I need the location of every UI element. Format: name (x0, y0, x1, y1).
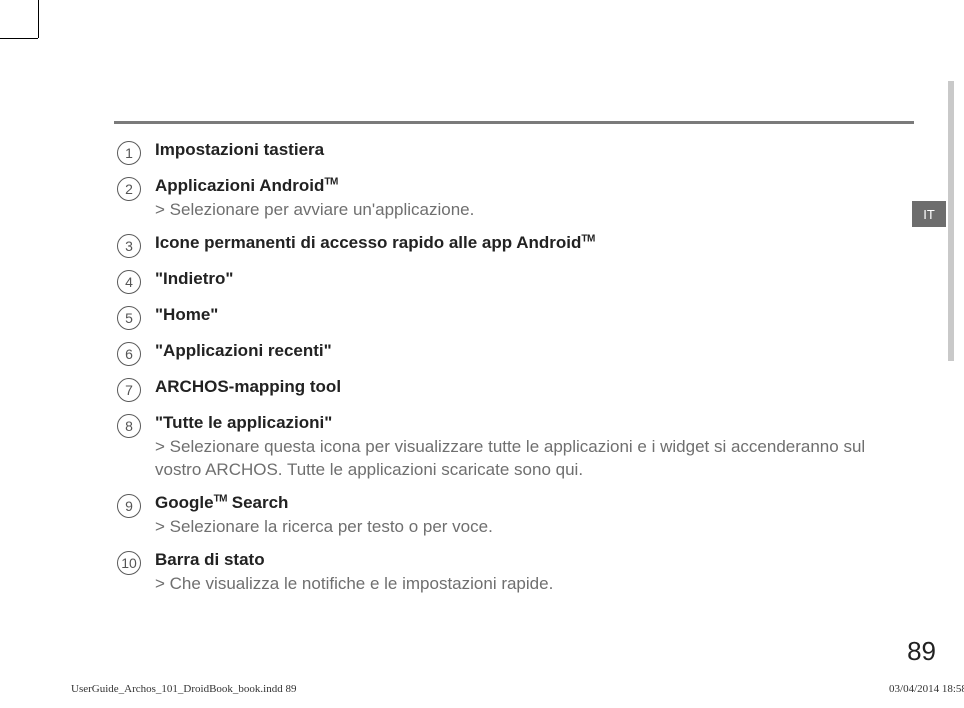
page-edge-marker (948, 81, 954, 361)
crop-mark-horizontal (0, 38, 38, 39)
item-description: > Selezionare questa icona per visualizz… (155, 436, 877, 482)
list-item: 6 "Applicazioni recenti" (117, 340, 877, 366)
page-number: 89 (907, 636, 936, 667)
list-item: 4 "Indietro" (117, 268, 877, 294)
item-title: ARCHOS-mapping tool (155, 376, 877, 399)
item-title: "Tutte le applicazioni" (155, 412, 877, 435)
number-badge: 7 (117, 378, 141, 402)
item-title: Barra di stato (155, 549, 877, 572)
list-entry: Impostazioni tastiera (155, 139, 877, 162)
item-title: Icone permanenti di accesso rapido alle … (155, 232, 877, 255)
list-item: 3 Icone permanenti di accesso rapido all… (117, 232, 877, 258)
number-badge: 8 (117, 414, 141, 438)
item-title: Impostazioni tastiera (155, 139, 877, 162)
item-title: "Applicazioni recenti" (155, 340, 877, 363)
list-entry: "Indietro" (155, 268, 877, 291)
list-item: 9 GoogleTM Search > Selezionare la ricer… (117, 492, 877, 539)
number-badge: 2 (117, 177, 141, 201)
crop-mark-vertical (38, 0, 39, 38)
number-badge: 5 (117, 306, 141, 330)
item-title: "Indietro" (155, 268, 877, 291)
page-frame: IT 1 Impostazioni tastiera 2 Applicazion… (39, 39, 954, 699)
item-title: GoogleTM Search (155, 492, 877, 515)
definitions-list: 1 Impostazioni tastiera 2 Applicazioni A… (117, 139, 877, 605)
list-item: 1 Impostazioni tastiera (117, 139, 877, 165)
list-entry: Barra di stato > Che visualizza le notif… (155, 549, 877, 596)
list-item: 2 Applicazioni AndroidTM > Selezionare p… (117, 175, 877, 222)
list-item: 7 ARCHOS-mapping tool (117, 376, 877, 402)
list-entry: GoogleTM Search > Selezionare la ricerca… (155, 492, 877, 539)
footer-filename: UserGuide_Archos_101_DroidBook_book.indd… (71, 683, 296, 695)
list-entry: "Applicazioni recenti" (155, 340, 877, 363)
number-badge: 3 (117, 234, 141, 258)
number-badge: 10 (117, 551, 141, 575)
list-item: 8 "Tutte le applicazioni" > Selezionare … (117, 412, 877, 482)
footer-timestamp: 03/04/2014 18:58:24 (889, 683, 964, 695)
item-description: > Selezionare la ricerca per testo o per… (155, 516, 877, 539)
language-tab: IT (912, 201, 946, 227)
content-top-rule (114, 121, 914, 124)
number-badge: 9 (117, 494, 141, 518)
number-badge: 4 (117, 270, 141, 294)
list-entry: Applicazioni AndroidTM > Selezionare per… (155, 175, 877, 222)
document-page: IT 1 Impostazioni tastiera 2 Applicazion… (0, 0, 964, 708)
list-item: 10 Barra di stato > Che visualizza le no… (117, 549, 877, 596)
list-entry: ARCHOS-mapping tool (155, 376, 877, 399)
list-entry: "Tutte le applicazioni" > Selezionare qu… (155, 412, 877, 482)
list-item: 5 "Home" (117, 304, 877, 330)
list-entry: Icone permanenti di accesso rapido alle … (155, 232, 877, 255)
number-badge: 1 (117, 141, 141, 165)
item-description: > Che visualizza le notifiche e le impos… (155, 573, 877, 596)
item-title: "Home" (155, 304, 877, 327)
number-badge: 6 (117, 342, 141, 366)
item-title: Applicazioni AndroidTM (155, 175, 877, 198)
item-description: > Selezionare per avviare un'applicazion… (155, 199, 877, 222)
list-entry: "Home" (155, 304, 877, 327)
print-footer: UserGuide_Archos_101_DroidBook_book.indd… (71, 683, 964, 695)
